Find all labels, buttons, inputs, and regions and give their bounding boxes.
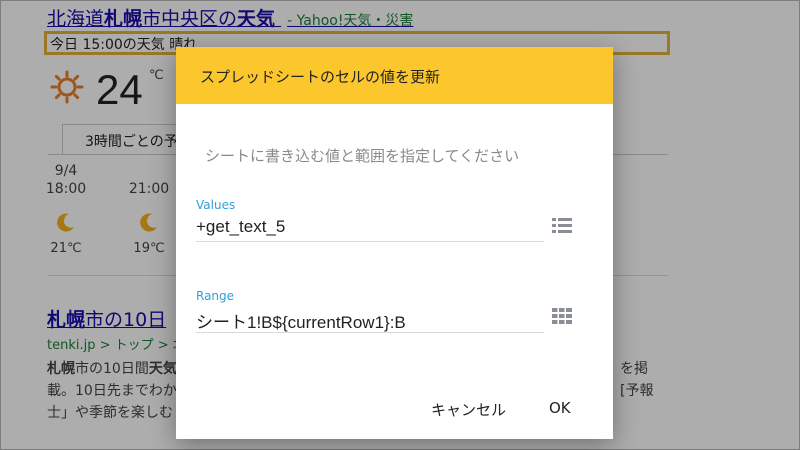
cancel-button[interactable]: キャンセル	[431, 399, 506, 420]
update-cell-dialog: スプレッドシートのセルの値を更新 シートに書き込む値と範囲を指定してください V…	[176, 47, 613, 439]
grid-icon[interactable]	[552, 307, 572, 325]
dialog-description: シートに書き込む値と範囲を指定してください	[205, 147, 520, 165]
values-underline	[196, 241, 544, 242]
ok-button[interactable]: OK	[549, 399, 571, 417]
values-label: Values	[196, 198, 236, 212]
values-input[interactable]: +get_text_5	[196, 217, 285, 237]
range-label: Range	[196, 289, 235, 303]
dialog-title: スプレッドシートのセルの値を更新	[176, 47, 613, 104]
range-underline	[196, 332, 544, 333]
range-input[interactable]: シート1!B${currentRow1}:B	[196, 308, 406, 333]
list-icon[interactable]	[552, 217, 572, 235]
